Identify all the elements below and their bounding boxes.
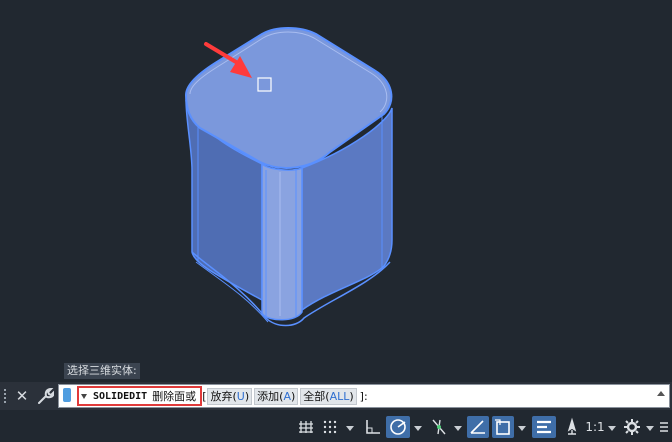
command-prompt-text: 删除面或 <box>152 390 197 403</box>
drawing-viewport[interactable] <box>0 0 672 382</box>
workspace-dropdown-icon[interactable] <box>646 426 654 431</box>
annotation-scale-label[interactable]: 1:1 <box>584 416 606 438</box>
object-snap-tracking-icon[interactable] <box>428 416 450 438</box>
ortho-icon[interactable] <box>362 416 384 438</box>
snap-grid-icon[interactable] <box>320 416 342 438</box>
polar-dropdown-icon[interactable] <box>414 426 422 431</box>
menu-icon[interactable] <box>658 416 670 438</box>
command-input[interactable]: SOLIDEDIT 删除面或 [ 放弃(U) 添加(A) 全部(ALL) ]: <box>58 384 670 408</box>
drag-handle[interactable] <box>4 389 10 403</box>
lineweight-icon[interactable] <box>532 416 556 438</box>
wrench-icon[interactable] <box>36 386 56 406</box>
grid-icon[interactable] <box>296 416 316 438</box>
option-add[interactable]: 添加(A) <box>254 387 299 405</box>
dynamic-ucs-icon[interactable] <box>492 416 514 438</box>
solid-model[interactable] <box>0 0 672 382</box>
osnap-dropdown-icon[interactable] <box>454 426 462 431</box>
option-undo[interactable]: 放弃(U) <box>207 387 253 405</box>
command-scroll-icon[interactable] <box>657 391 665 396</box>
options-bracket-close: ]: <box>359 389 368 403</box>
option-all[interactable]: 全部(ALL) <box>300 387 357 405</box>
isometric-icon[interactable] <box>467 416 489 438</box>
close-icon[interactable]: ✕ <box>13 386 31 406</box>
gear-icon[interactable] <box>622 416 642 438</box>
ucs-dropdown-icon[interactable] <box>518 426 526 431</box>
scale-dropdown-icon[interactable] <box>608 426 616 431</box>
command-name: SOLIDEDIT <box>93 390 148 402</box>
snap-dropdown-icon[interactable] <box>346 426 354 431</box>
command-history-dropdown-icon[interactable] <box>81 393 87 399</box>
command-prompt-icon <box>63 388 71 402</box>
polar-tracking-icon[interactable] <box>386 416 410 438</box>
prompt-history: 选择三维实体: <box>64 363 140 379</box>
annotation-visibility-icon[interactable] <box>562 416 582 438</box>
current-command-highlight: SOLIDEDIT 删除面或 <box>77 386 203 406</box>
options-bracket-open: [ <box>202 389 207 403</box>
